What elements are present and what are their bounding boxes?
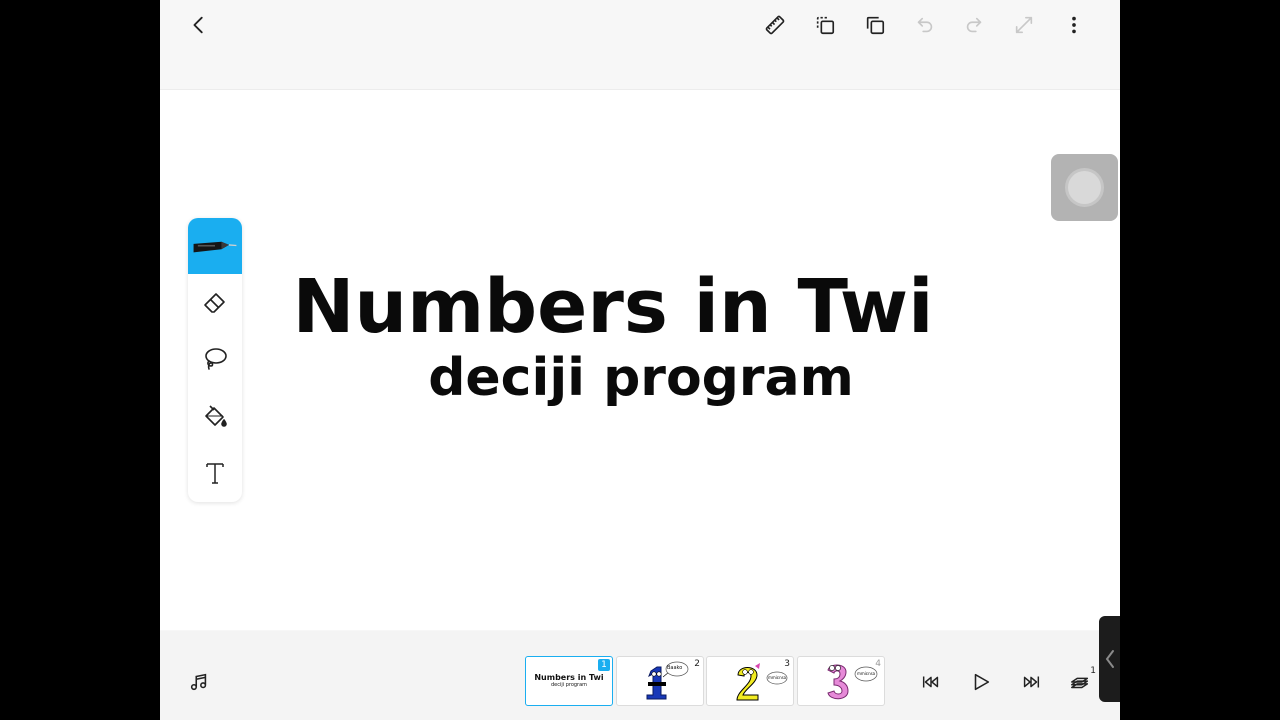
- fill-bucket-icon: [205, 405, 227, 427]
- frame-title-text: Numbers in Twi: [534, 673, 604, 682]
- assistive-touch-ring: [1068, 171, 1101, 204]
- music-note-icon: [190, 673, 207, 691]
- frame-number: 2: [694, 659, 700, 669]
- number-three-character-image: [827, 664, 878, 700]
- frame-number: 1: [598, 659, 610, 671]
- frame-thumbnail-1[interactable]: 1 Numbers in Twi deciji program: [525, 656, 613, 706]
- layers-button[interactable]: 1: [1067, 666, 1096, 695]
- lasso-tool[interactable]: [188, 331, 242, 387]
- number-one-character-image: [646, 661, 689, 700]
- copy-frame-icon: [816, 16, 835, 35]
- skip-to-end-button[interactable]: [1018, 669, 1044, 695]
- frame-number: 3: [784, 659, 790, 669]
- frame-number: 4: [875, 659, 881, 669]
- canvas-title-text: Numbers in Twi: [292, 264, 934, 350]
- fill-bucket-tool[interactable]: [188, 388, 242, 444]
- frame-thumbnail-4[interactable]: mmiɛnsa 4: [797, 656, 885, 706]
- layers-icon: [1071, 677, 1089, 689]
- eraser-icon: [204, 293, 225, 313]
- text-icon: [206, 463, 224, 484]
- frame-thumbnail-2[interactable]: Baako 2: [616, 656, 704, 706]
- top-toolbar: [160, 0, 1120, 90]
- eraser-tool[interactable]: [188, 275, 242, 331]
- lasso-icon: [205, 348, 227, 370]
- speech-bubble-text: Baako: [667, 665, 683, 671]
- expand-button[interactable]: [1010, 11, 1038, 39]
- skip-to-end-icon: [1023, 676, 1040, 688]
- speech-bubble-text: mmiɛnsa: [857, 671, 876, 676]
- back-button[interactable]: [185, 11, 213, 39]
- side-drawer-tab[interactable]: [1099, 616, 1120, 702]
- pen-tool[interactable]: [188, 218, 242, 274]
- text-tool[interactable]: [188, 445, 242, 501]
- ruler-icon: [765, 15, 785, 35]
- canvas-subtitle-text: deciji program: [160, 352, 1120, 404]
- speech-bubble-text: mmiɛnsa: [768, 675, 787, 680]
- ruler-button[interactable]: [761, 11, 789, 39]
- undo-button[interactable]: [911, 11, 939, 39]
- redo-button[interactable]: [960, 11, 988, 39]
- chevron-left-icon: [1105, 650, 1114, 668]
- more-vertical-icon: [1072, 16, 1076, 34]
- drawing-canvas[interactable]: Numbers in Twi deciji program: [160, 90, 1120, 630]
- skip-to-start-icon: [922, 676, 939, 688]
- back-chevron-icon: [193, 16, 203, 34]
- animation-app: Numbers in Twi deciji program 1 Numbers …: [160, 0, 1120, 720]
- redo-icon: [966, 17, 982, 33]
- canvas-subtitle-label: deciji program: [428, 348, 854, 408]
- expand-icon: [1015, 16, 1033, 34]
- frame-subtitle-text: deciji program: [550, 682, 588, 688]
- skip-to-start-button[interactable]: [918, 669, 944, 695]
- pen-icon: [193, 241, 237, 253]
- layers-count-badge: 1: [1090, 666, 1096, 676]
- play-button[interactable]: [968, 669, 994, 695]
- drawing-tools-panel: [188, 218, 242, 502]
- assistive-touch-button[interactable]: [1051, 154, 1118, 221]
- duplicate-button[interactable]: [861, 11, 889, 39]
- duplicate-icon: [866, 16, 885, 35]
- frame-thumbnail-3[interactable]: mmiɛnsa 3: [706, 656, 794, 706]
- undo-icon: [917, 17, 933, 33]
- play-icon: [974, 673, 990, 691]
- copy-frame-button[interactable]: [811, 11, 839, 39]
- number-two-character-image: [736, 663, 788, 701]
- music-button[interactable]: [186, 669, 212, 695]
- more-options-button[interactable]: [1060, 11, 1088, 39]
